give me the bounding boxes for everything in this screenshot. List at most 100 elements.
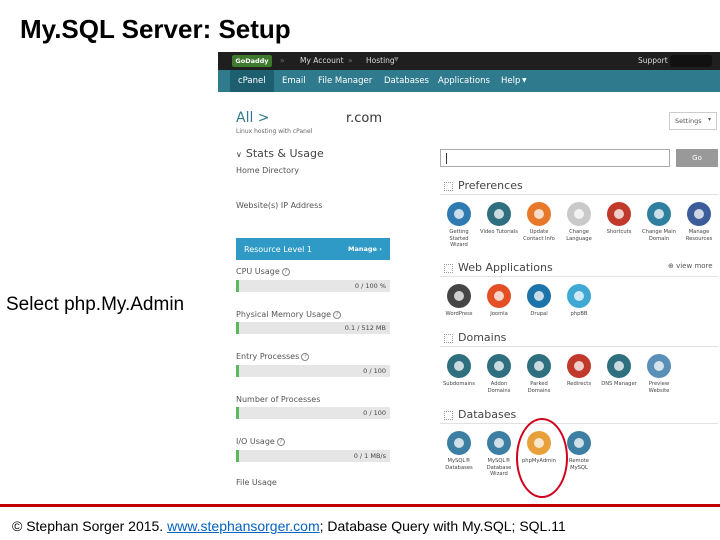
slide-caption: Select php.My.Admin [6, 294, 185, 315]
tile-joomla[interactable]: Joomla [480, 283, 518, 318]
redirect-icon [566, 353, 592, 379]
usage-bar-fill [236, 365, 240, 377]
tile-drupal[interactable]: Drupal [520, 283, 558, 318]
databases-heading-label: Databases [458, 408, 517, 421]
stat-label: Entry Processes? [236, 352, 310, 361]
language-icon [566, 201, 592, 227]
usage-bar: 0 / 100 % [236, 280, 390, 292]
usage-bar-fill [236, 280, 240, 292]
resource-level-bar: Resource Level 1 Manage › [236, 238, 390, 260]
nav-file-manager[interactable]: File Manager [318, 76, 372, 86]
chevron-right-icon: » [280, 56, 285, 65]
preferences-heading[interactable]: Preferences [444, 179, 523, 192]
nav-cpanel[interactable]: cPanel [238, 76, 266, 86]
manage-resource-button[interactable]: Manage › [348, 245, 382, 253]
tile-play[interactable]: Getting Started Wizard [440, 201, 478, 249]
nav-help[interactable]: Help [501, 76, 520, 86]
breadcrumb[interactable]: All > [236, 110, 270, 126]
grid-icon [444, 181, 453, 191]
chevron-down-icon: ▼ [522, 77, 527, 84]
wordpress-icon [446, 283, 472, 309]
file-usage-label: File Usage [236, 478, 277, 486]
chevron-right-icon: » [348, 56, 353, 65]
info-icon[interactable]: ? [281, 267, 290, 276]
account-topbar: GoDaddy » My Account » Hosting ▼ Support [218, 52, 720, 70]
tile-label: MySQL® Database Wizard [486, 458, 512, 477]
stat-label-text: Entry Processes [236, 352, 300, 361]
tile-label: WordPress [445, 311, 473, 317]
stat-label-text: CPU Usage [236, 267, 280, 276]
chevron-down-icon: ∨ [236, 150, 242, 159]
go-button[interactable]: Go [676, 149, 718, 167]
addon-domain-icon [486, 353, 512, 379]
tile-phpbb[interactable]: phpBB [560, 283, 598, 318]
domains-heading[interactable]: Domains [444, 331, 506, 344]
mysql-icon [446, 430, 472, 456]
dns-icon [606, 353, 632, 379]
footer-website-link[interactable]: www.stephansorger.com [167, 518, 320, 534]
tile-subdomain[interactable]: Subdomains [440, 353, 478, 388]
subdomain-icon [446, 353, 472, 379]
usage-value: 0 / 100 [363, 409, 386, 417]
usage-value: 0 / 100 % [354, 282, 386, 290]
usage-bar: 0 / 100 [236, 365, 390, 377]
usage-bar: 0.1 / 512 MB [236, 322, 390, 334]
tile-preview[interactable]: Preview Website [640, 353, 678, 394]
usage-bar-fill [236, 450, 240, 462]
slide-title: My.SQL Server: Setup [20, 14, 291, 44]
view-more-link[interactable]: ⊕ view more [668, 262, 713, 270]
search-input[interactable] [440, 149, 670, 167]
usage-bar-fill [236, 322, 240, 334]
settings-dropdown[interactable]: Settings ▾ [669, 112, 717, 130]
nav-applications[interactable]: Applications [438, 76, 490, 86]
databases-heading[interactable]: Databases [444, 408, 516, 421]
tile-label: Joomla [490, 311, 508, 317]
info-icon[interactable]: ? [333, 310, 342, 319]
section-divider [440, 423, 718, 424]
tile-label: Subdomains [442, 381, 475, 387]
info-icon[interactable]: ? [276, 437, 285, 446]
manage-label: Manage [348, 245, 377, 253]
tile-label: Update Contact Info [523, 229, 555, 242]
chevron-down-icon: ▾ [708, 116, 712, 123]
domain-icon [646, 201, 672, 227]
tile-dns[interactable]: DNS Manager [600, 353, 638, 388]
tile-label: Preview Website [648, 381, 670, 394]
cpanel-navbar: cPanel Email File Manager Databases Appl… [218, 70, 720, 92]
godaddy-logo[interactable]: GoDaddy [232, 55, 272, 67]
tile-contact[interactable]: Update Contact Info [520, 201, 558, 242]
grid-icon [444, 410, 453, 420]
tile-resources[interactable]: Manage Resources [680, 201, 718, 242]
tile-addon-domain[interactable]: Addon Domains [480, 353, 518, 394]
nav-email[interactable]: Email [282, 76, 306, 86]
tile-language[interactable]: Change Language [560, 201, 598, 242]
text-caret [446, 153, 447, 164]
topbar-support[interactable]: Support [638, 56, 668, 65]
stats-heading[interactable]: ∨ Stats & Usage [236, 147, 324, 160]
tile-redirect[interactable]: Redirects [560, 353, 598, 388]
tile-video[interactable]: Video Tutorials [480, 201, 518, 236]
slide-footer: © Stephan Sorger 2015. www.stephansorger… [12, 518, 566, 534]
tile-star[interactable]: Shortcuts [600, 201, 638, 236]
tile-label: Redirects [566, 381, 592, 387]
tile-label: MySQL® Databases [445, 458, 473, 471]
tile-mysql-wizard[interactable]: MySQL® Database Wizard [480, 430, 518, 478]
domains-heading-label: Domains [458, 331, 507, 344]
usage-bar: 0 / 100 [236, 407, 390, 419]
info-icon[interactable]: ? [301, 352, 310, 361]
web-apps-heading[interactable]: Web Applications [444, 261, 553, 274]
topbar-my-account[interactable]: My Account [300, 56, 344, 65]
tile-wordpress[interactable]: WordPress [440, 283, 478, 318]
cpanel-screenshot: GoDaddy » My Account » Hosting ▼ Support… [218, 52, 720, 486]
resource-level-label: Resource Level 1 [244, 245, 312, 254]
stat-label: Physical Memory Usage? [236, 310, 342, 319]
nav-databases[interactable]: Databases [384, 76, 429, 86]
usage-value: 0 / 100 [363, 367, 386, 375]
tile-mysql[interactable]: MySQL® Databases [440, 430, 478, 471]
tile-parked-domain[interactable]: Parked Domains [520, 353, 558, 394]
topbar-hosting[interactable]: Hosting [366, 56, 395, 65]
stat-label: CPU Usage? [236, 267, 290, 276]
tile-domain[interactable]: Change Main Domain [640, 201, 678, 242]
account-avatar[interactable] [670, 55, 712, 67]
preview-icon [646, 353, 672, 379]
